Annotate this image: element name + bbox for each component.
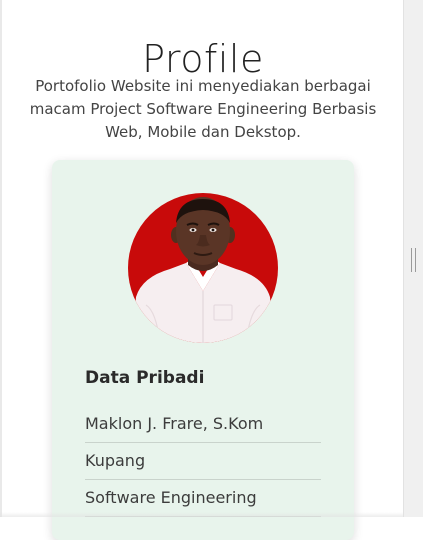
scrollbar-grip-icon[interactable]	[411, 248, 416, 272]
page-subtitle: Portofolio Website ini menyediakan berba…	[29, 77, 377, 141]
list-item-city: Kupang	[85, 443, 321, 480]
bottom-fade	[0, 512, 403, 517]
profile-photo-image	[128, 193, 278, 343]
scrollbar[interactable]	[403, 0, 423, 517]
page: Profile Portofolio Website ini menyediak…	[0, 0, 403, 540]
section-title-personal-data: Data Pribadi	[85, 368, 205, 388]
profile-photo	[128, 193, 278, 343]
list-item-name: Maklon J. Frare, S.Kom	[85, 406, 321, 443]
personal-data-list: Maklon J. Frare, S.Kom Kupang Software E…	[85, 406, 321, 517]
profile-card: Data Pribadi Maklon J. Frare, S.Kom Kupa…	[52, 160, 354, 540]
